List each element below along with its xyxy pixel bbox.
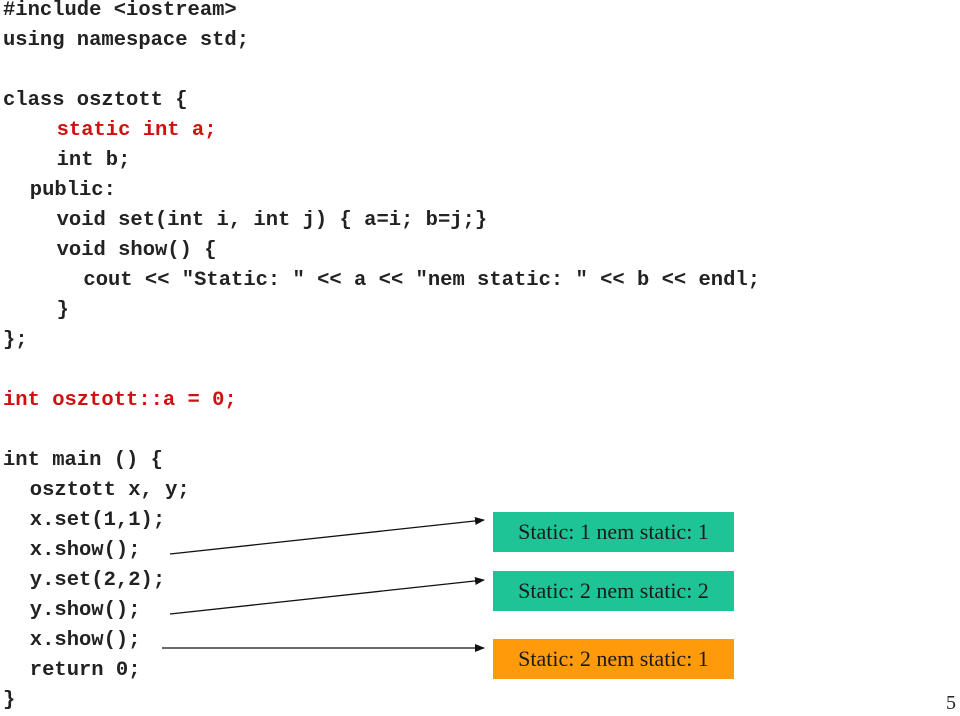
arrow-x-show-1 (169, 516, 485, 555)
page-number: 5 (946, 692, 956, 714)
output-box-3: Static: 2 nem static: 1 (493, 639, 734, 679)
output-text-3: Static: 2 nem static: 1 (518, 646, 709, 671)
output-text-1: Static: 1 nem static: 1 (518, 519, 709, 544)
arrow-y-show (169, 576, 485, 615)
arrows-layer (162, 516, 485, 652)
output-box-2: Static: 2 nem static: 2 (493, 571, 734, 611)
output-box-1: Static: 1 nem static: 1 (493, 512, 734, 552)
output-text-2: Static: 2 nem static: 2 (518, 578, 709, 603)
